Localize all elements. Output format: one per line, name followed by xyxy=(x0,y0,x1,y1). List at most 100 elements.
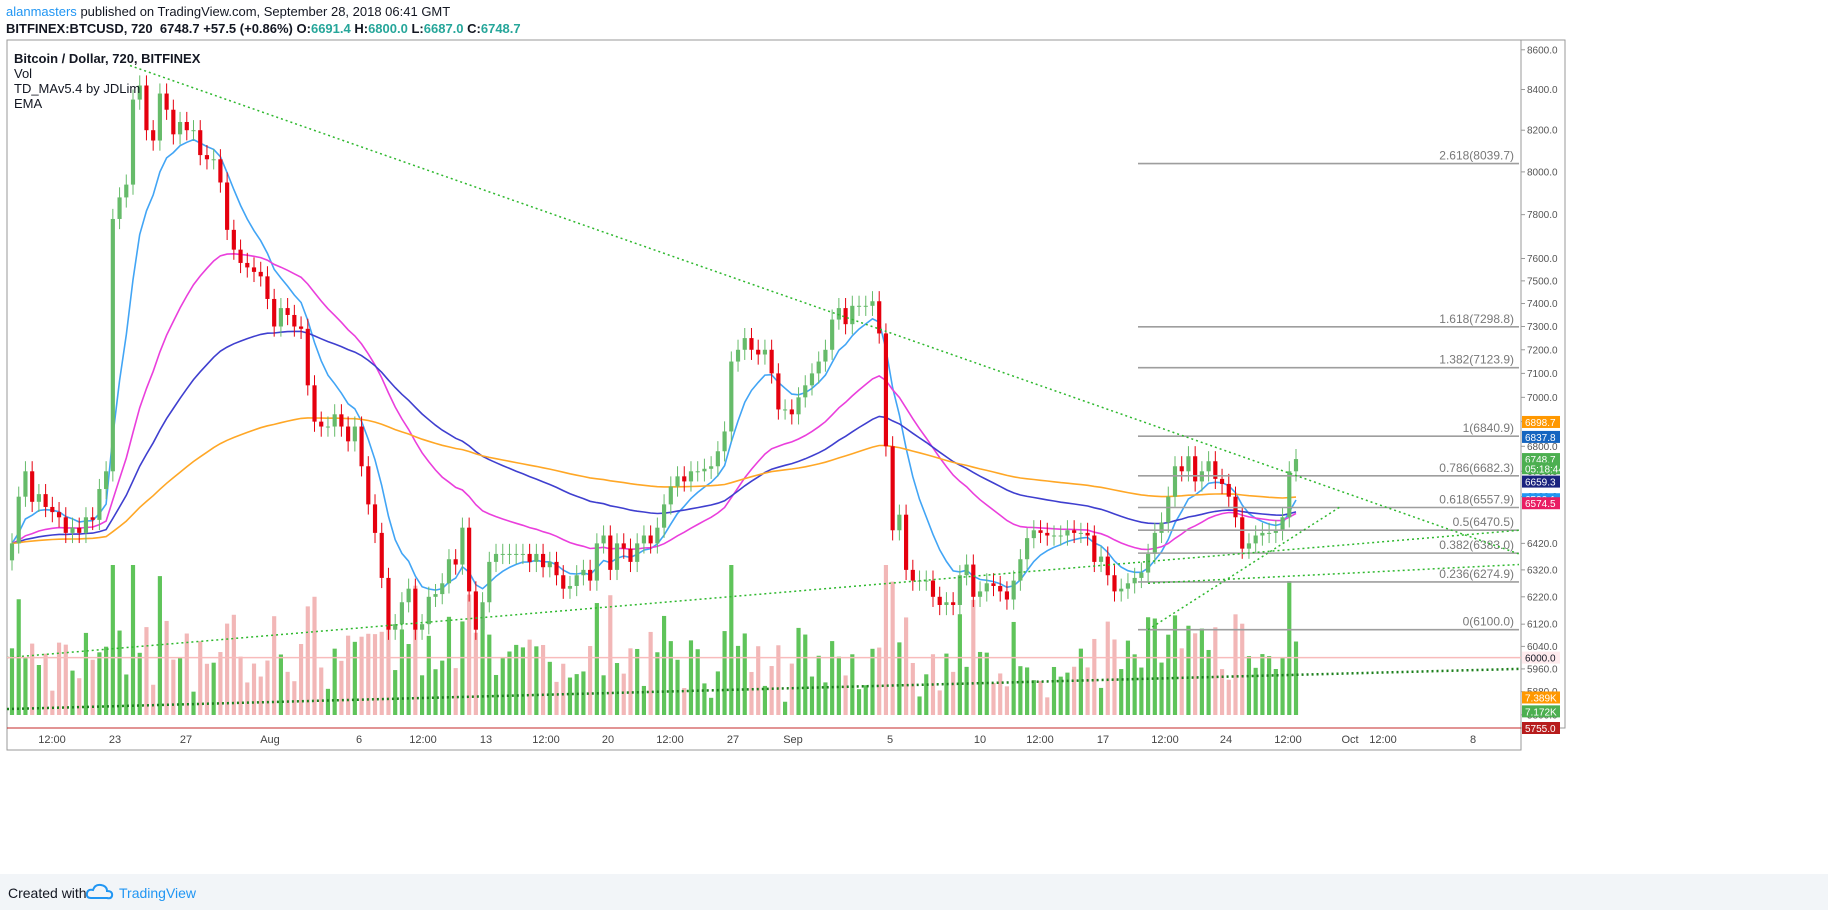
x-tick-label: Aug xyxy=(260,734,280,746)
volume-bar xyxy=(1199,628,1204,715)
candle-body xyxy=(567,585,573,589)
candle-body xyxy=(56,512,62,518)
candle-body xyxy=(258,271,263,277)
candle-body xyxy=(547,561,552,568)
x-tick-label: 12:00 xyxy=(656,734,684,746)
volume-bar xyxy=(83,632,89,715)
candle-body xyxy=(23,471,28,497)
candle-body xyxy=(319,421,324,427)
volume-bar xyxy=(776,645,781,715)
candle-body xyxy=(480,602,485,630)
price-tag-label: 6574.5 xyxy=(1525,499,1556,510)
volume-bar xyxy=(729,565,734,715)
candle-body xyxy=(399,602,404,625)
volume-bar xyxy=(1159,662,1164,715)
volume-bar xyxy=(1065,672,1070,715)
candle-body xyxy=(272,298,277,327)
volume-bar xyxy=(184,633,189,715)
candle-body xyxy=(823,349,828,362)
candle-body xyxy=(211,159,216,161)
candle-body xyxy=(110,218,115,472)
volume-bar xyxy=(30,643,35,715)
volume-bar xyxy=(1206,649,1211,715)
volume-bar xyxy=(43,653,48,715)
volume-bar xyxy=(312,596,317,715)
volume-bar xyxy=(964,666,969,715)
candle-body xyxy=(446,559,452,584)
candle-body xyxy=(359,426,364,467)
volume-bar xyxy=(325,688,331,715)
fib-level-label: 1(6840.9) xyxy=(1463,421,1514,435)
candle-body xyxy=(621,543,626,549)
candle-body xyxy=(890,446,895,531)
volume-bar xyxy=(433,669,438,715)
price-tag-label: 05:18:44 xyxy=(1525,464,1564,475)
y-tick-label: 6420.0 xyxy=(1527,539,1558,550)
candle-body xyxy=(991,583,996,586)
x-tick-label: 6 xyxy=(356,734,362,746)
volume-bar xyxy=(285,671,290,715)
volume-bar xyxy=(917,696,922,715)
volume-bar xyxy=(1092,638,1097,715)
volume-bar xyxy=(487,634,492,715)
candle-body xyxy=(789,409,794,415)
candle-body xyxy=(433,594,438,597)
volume-bar xyxy=(635,648,640,715)
price-tag-label: 6898.7 xyxy=(1525,418,1556,429)
x-tick-label: 13 xyxy=(480,734,492,746)
price-chart[interactable]: 8600.0 8400.0 8200.0 8000.0 7800.0 7600.0 7500… xyxy=(0,0,1828,874)
candle-body xyxy=(951,602,956,605)
candle-body xyxy=(688,471,694,482)
volume-bar xyxy=(1146,617,1151,715)
volume-bar xyxy=(204,663,210,715)
candle-body xyxy=(735,349,741,362)
candle-body xyxy=(339,414,344,427)
candle-body xyxy=(749,338,754,350)
volume-bar xyxy=(339,660,344,715)
candle-body xyxy=(460,527,465,565)
volume-bar xyxy=(863,685,868,715)
candle-body xyxy=(803,385,808,398)
volume-bar xyxy=(1004,686,1010,715)
candle-body xyxy=(796,397,801,415)
volume-bar xyxy=(258,676,263,715)
volume-bar xyxy=(1152,618,1157,715)
volume-bar xyxy=(937,690,942,715)
candle-body xyxy=(1092,535,1097,562)
candle-body xyxy=(372,504,378,533)
candle-body xyxy=(1125,583,1131,589)
volume-bar xyxy=(749,671,754,715)
candle-body xyxy=(830,319,835,350)
candle-body xyxy=(971,564,976,597)
candle-body xyxy=(366,466,371,505)
candle-body xyxy=(534,553,539,562)
candle-body xyxy=(661,504,667,528)
candle-body xyxy=(104,471,109,490)
x-tick-label: 27 xyxy=(180,734,192,746)
candle-body xyxy=(30,471,35,502)
volume-bar xyxy=(110,565,115,715)
volume-bar xyxy=(1085,667,1090,715)
volume-bar xyxy=(473,632,478,715)
fib-level-label: 0(6100.0) xyxy=(1463,615,1514,629)
x-tick-label: 12:00 xyxy=(1026,734,1054,746)
candle-body xyxy=(379,532,384,578)
x-tick-label: 8 xyxy=(1470,734,1476,746)
candle-body xyxy=(151,130,156,141)
candle-body xyxy=(1193,456,1198,482)
y-tick-label: 7400.0 xyxy=(1527,299,1558,310)
volume-bar xyxy=(1072,666,1077,715)
candle-body xyxy=(1219,478,1225,484)
volume-bar xyxy=(1078,648,1083,715)
volume-bar xyxy=(379,631,384,715)
candle-body xyxy=(904,514,909,570)
candle-body xyxy=(964,564,969,576)
legend-td: TD_MAv5.4 by JDLim xyxy=(14,81,141,96)
volume-bar xyxy=(359,636,364,715)
volume-bar xyxy=(883,565,889,715)
candle-body xyxy=(419,624,425,630)
volume-bar xyxy=(1125,640,1131,715)
tradingview-brand-link[interactable]: TradingView xyxy=(119,885,196,901)
volume-bar xyxy=(856,689,862,715)
candle-body xyxy=(1011,580,1016,600)
